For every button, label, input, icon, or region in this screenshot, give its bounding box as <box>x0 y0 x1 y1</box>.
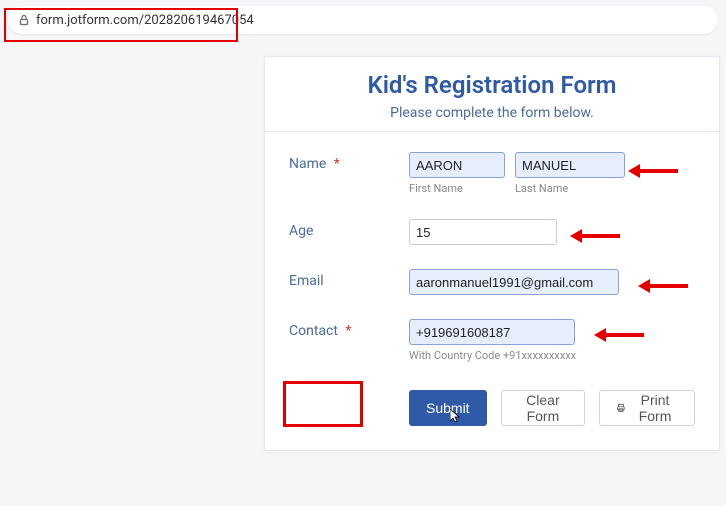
printer-icon <box>616 401 626 415</box>
email-input[interactable] <box>409 269 619 295</box>
name-row: Name * First Name Last Name <box>289 152 695 195</box>
submit-highlight-box <box>283 381 363 427</box>
required-marker: * <box>334 156 340 172</box>
age-label: Age <box>289 219 409 239</box>
address-bar[interactable]: form.jotform.com/202820619467054 <box>8 6 718 34</box>
form-card: Kid's Registration Form Please complete … <box>264 56 720 451</box>
age-row: Age <box>289 219 695 245</box>
email-row: Email <box>289 269 695 295</box>
last-name-input[interactable] <box>515 152 625 178</box>
url-text: form.jotform.com/202820619467054 <box>36 13 254 28</box>
age-input[interactable] <box>409 219 557 245</box>
email-label: Email <box>289 269 409 289</box>
clear-button[interactable]: Clear Form <box>501 390 586 426</box>
lock-icon <box>18 14 30 26</box>
form-header: Kid's Registration Form Please complete … <box>265 57 719 132</box>
last-name-sublabel: Last Name <box>515 182 568 195</box>
first-name-sublabel: First Name <box>409 182 505 195</box>
first-name-input[interactable] <box>409 152 505 178</box>
submit-button[interactable]: Submit <box>409 390 487 426</box>
contact-row: Contact * With Country Code +91xxxxxxxxx… <box>289 319 695 362</box>
contact-label: Contact * <box>289 319 409 339</box>
name-label: Name * <box>289 152 409 172</box>
form-body: Name * First Name Last Name Age Emai <box>265 132 719 450</box>
form-subtitle: Please complete the form below. <box>275 105 709 121</box>
required-marker: * <box>345 323 351 339</box>
contact-sublabel: With Country Code +91xxxxxxxxxx <box>409 349 695 362</box>
contact-input[interactable] <box>409 319 575 345</box>
form-title: Kid's Registration Form <box>275 71 709 99</box>
button-row: Submit Clear Form Print Form <box>289 386 695 432</box>
print-button[interactable]: Print Form <box>599 390 695 426</box>
